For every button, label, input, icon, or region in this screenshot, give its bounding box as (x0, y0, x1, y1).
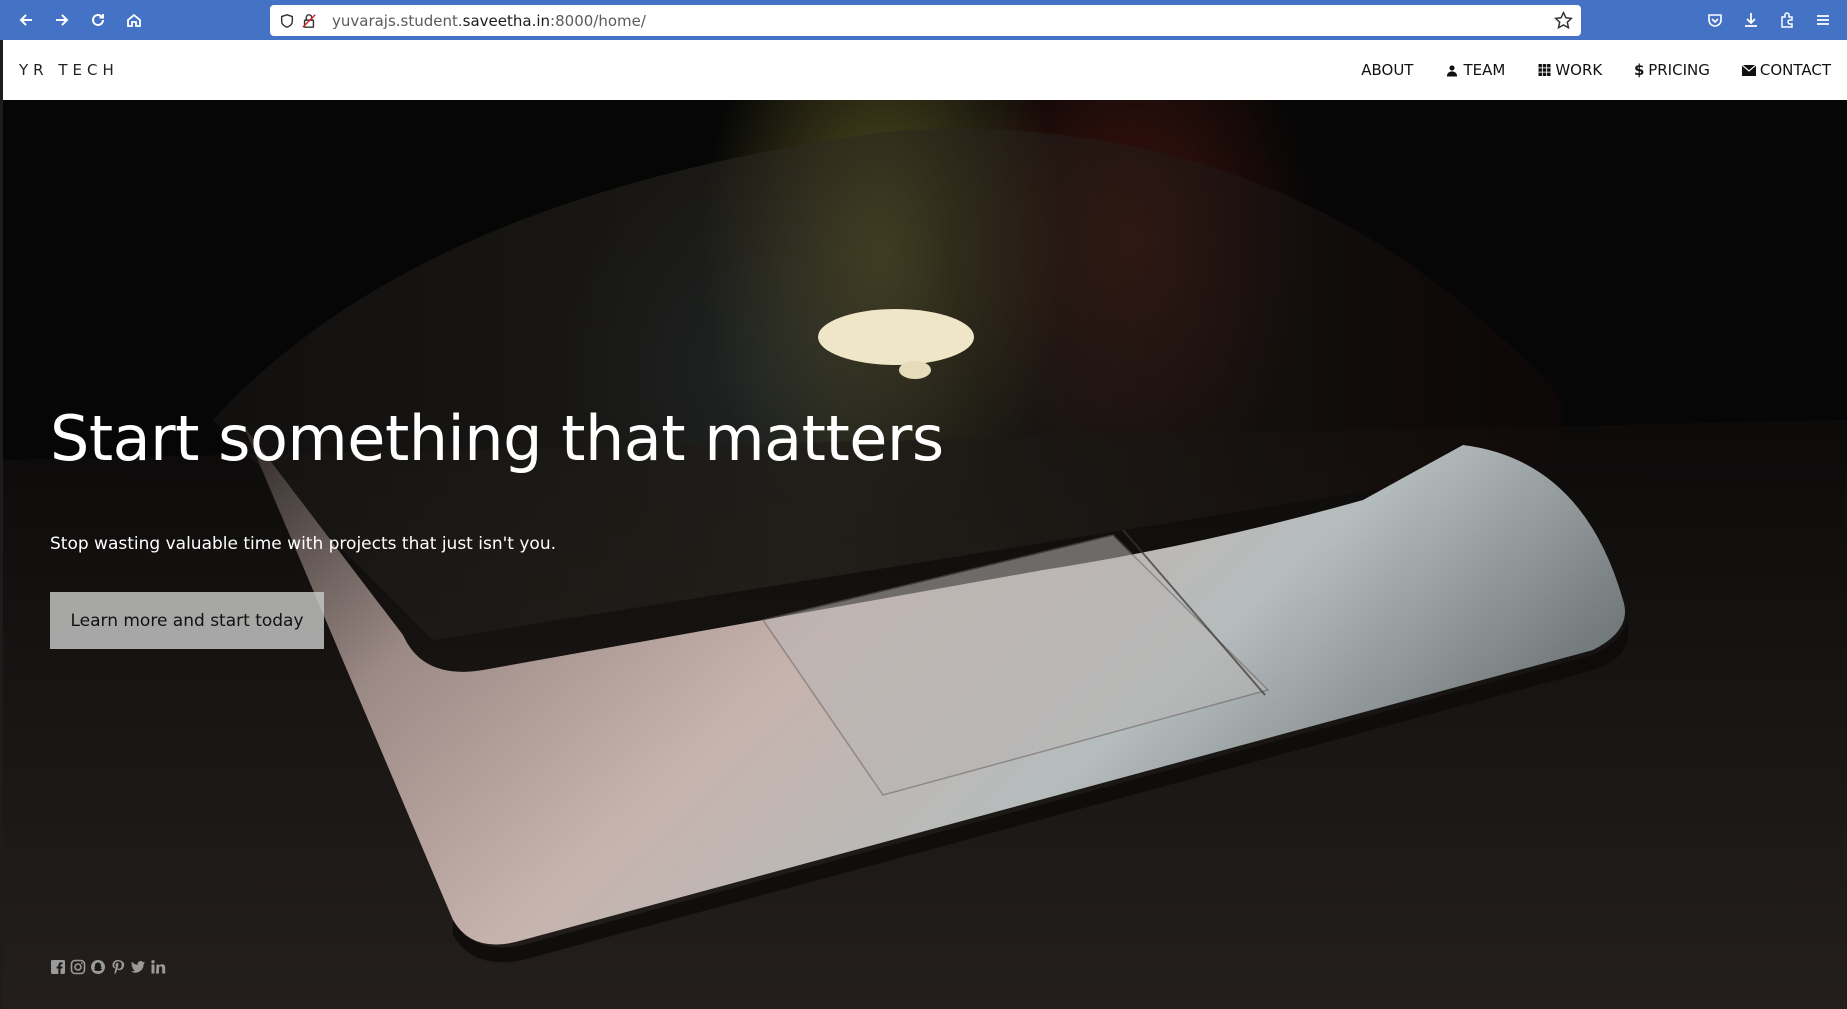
nav-team-label: TEAM (1463, 61, 1506, 79)
hero-section (3, 40, 1847, 1009)
hero-subtitle: Stop wasting valuable time with projects… (50, 534, 556, 554)
nav-contact[interactable]: CONTACT (1726, 40, 1845, 100)
menu-icon[interactable] (1805, 0, 1841, 40)
nav-about[interactable]: ABOUT (1345, 40, 1429, 100)
facebook-icon[interactable] (50, 959, 66, 975)
star-icon[interactable] (1553, 10, 1574, 30)
url-domain: saveetha.in (462, 11, 551, 30)
hero-background-image (3, 128, 1847, 1009)
instagram-icon[interactable] (70, 959, 86, 975)
social-links (50, 959, 166, 975)
reload-icon[interactable] (80, 0, 116, 40)
back-icon[interactable] (8, 0, 44, 40)
grid-icon (1537, 63, 1551, 77)
linkedin-icon[interactable] (150, 959, 166, 975)
extensions-icon[interactable] (1769, 0, 1805, 40)
hero-title: Start something that matters (50, 402, 944, 475)
nav-pricing-label: PRICING (1648, 61, 1710, 79)
snapchat-icon[interactable] (90, 959, 106, 975)
pocket-icon[interactable] (1697, 0, 1733, 40)
user-icon (1445, 63, 1459, 77)
nav-work-label: WORK (1555, 61, 1603, 79)
browser-tools (1697, 0, 1841, 40)
url-bar[interactable]: yuvarajs.student.saveetha.in:8000/home/ (270, 5, 1581, 36)
nav-work[interactable]: WORK (1521, 40, 1618, 100)
url-prefix: yuvarajs.student. (332, 11, 463, 30)
home-icon[interactable] (116, 0, 152, 40)
twitter-icon[interactable] (130, 959, 146, 975)
nav-contact-label: CONTACT (1759, 61, 1831, 79)
envelope-icon (1741, 63, 1756, 77)
lock-icon[interactable] (300, 12, 318, 30)
learn-more-button[interactable]: Learn more and start today (50, 592, 324, 649)
site-logo[interactable]: YR TECH (19, 61, 119, 79)
nav-about-label: ABOUT (1361, 61, 1414, 79)
url-text: yuvarajs.student.saveetha.in:8000/home/ (332, 12, 646, 30)
main-nav: ABOUT TEAM WORK $ PRICING CONTACT (1345, 40, 1845, 100)
shield-icon[interactable] (278, 12, 296, 30)
nav-team[interactable]: TEAM (1429, 40, 1521, 100)
download-icon[interactable] (1733, 0, 1769, 40)
browser-toolbar: yuvarajs.student.saveetha.in:8000/home/ (0, 0, 1847, 40)
site-header: YR TECH ABOUT TEAM WORK $ PRICING CONTAC… (3, 40, 1847, 100)
forward-icon[interactable] (44, 0, 80, 40)
pinterest-icon[interactable] (110, 959, 126, 975)
dollar-icon: $ (1634, 61, 1645, 79)
url-suffix: :8000/home/ (550, 11, 646, 30)
nav-pricing[interactable]: $ PRICING (1618, 40, 1726, 100)
